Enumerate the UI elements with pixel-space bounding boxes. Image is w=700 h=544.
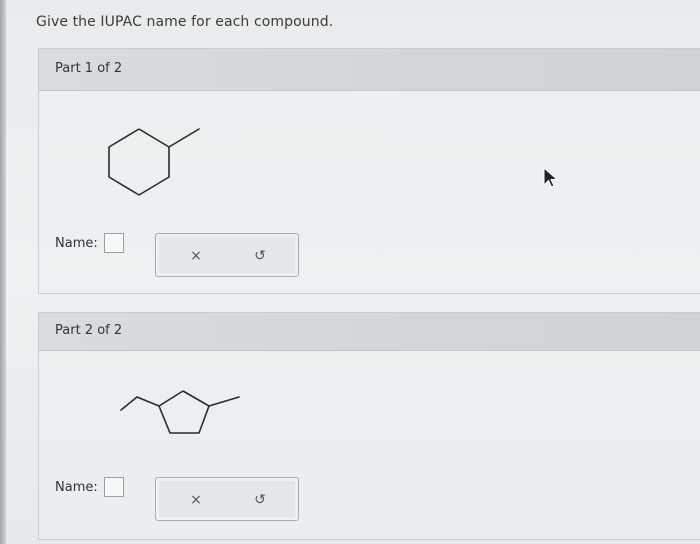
part-1-answer-toolbox: × ↺: [155, 233, 299, 277]
part-1-header: Part 1 of 2: [39, 49, 700, 91]
part-2-name-input[interactable]: [103, 477, 124, 497]
part-1-name-row: Name:: [55, 233, 124, 253]
part-2-answer-toolbox: × ↺: [155, 477, 299, 521]
left-window-edge: [0, 0, 6, 544]
part-1-panel: Part 1 of 2 Name: × ↺: [38, 48, 700, 294]
part-2-undo-icon[interactable]: ↺: [250, 490, 270, 510]
part-1-clear-icon[interactable]: ×: [186, 246, 206, 266]
part-1-name-label: Name:: [55, 235, 98, 251]
mouse-pointer-icon: [543, 166, 559, 188]
part-2-panel: Part 2 of 2 Name: × ↺: [38, 312, 700, 540]
ethylmethylcyclopentane-structure: [120, 390, 240, 434]
part-2-name-row: Name:: [55, 477, 124, 497]
part-2-clear-icon[interactable]: ×: [186, 490, 206, 510]
part-1-undo-icon[interactable]: ↺: [250, 246, 270, 266]
part-1-name-input[interactable]: [103, 233, 124, 253]
part-2-header: Part 2 of 2: [39, 313, 700, 351]
methylcyclohexane-structure: [108, 128, 200, 196]
part-2-name-label: Name:: [55, 479, 98, 495]
question-title: Give the IUPAC name for each compound.: [36, 14, 334, 30]
